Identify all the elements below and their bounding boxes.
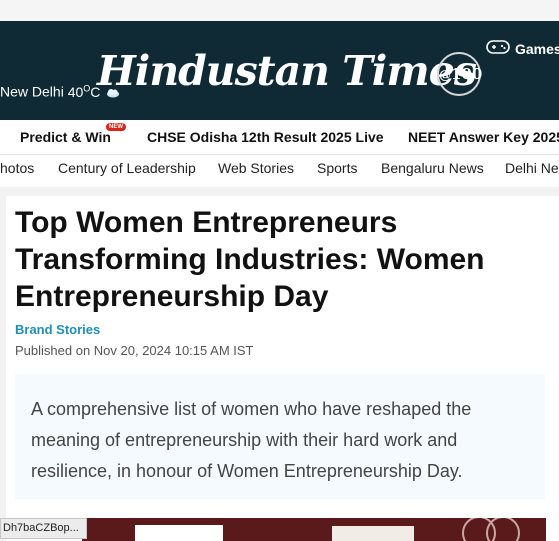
primary-nav: Predict & Win NEW CHSE Odisha 12th Resul… [0, 120, 559, 155]
browser-status-url: Dh7baCZBop... [0, 518, 87, 539]
secondary-nav: hotos Century of Leadership Web Stories … [0, 155, 559, 187]
games-link[interactable]: Games [486, 39, 559, 58]
new-badge: NEW [106, 123, 126, 131]
masthead: New Delhi 40OC Hindustan Times @100 Game… [0, 21, 559, 120]
article-summary: A comprehensive list of women who have r… [31, 399, 472, 481]
hero-photo-portrait-1 [135, 525, 223, 541]
gamepad-icon [486, 39, 510, 58]
nav-item-bengaluru-news[interactable]: Bengaluru News [381, 160, 484, 176]
nav-item-neet-answer-key[interactable]: NEET Answer Key 2025 [408, 129, 559, 145]
nav-item-web-stories[interactable]: Web Stories [218, 160, 294, 176]
nav-item-photos[interactable]: hotos [0, 160, 34, 176]
article-card: Top Women Entrepreneurs Transforming Ind… [6, 196, 559, 541]
weather-city: New Delhi [0, 83, 64, 100]
decorative-ring [486, 518, 520, 541]
browser-top-strip [0, 0, 559, 21]
nav-item-delhi-news[interactable]: Delhi Ne [505, 160, 559, 176]
article-published-date: Published on Nov 20, 2024 10:15 AM IST [15, 343, 254, 358]
site-logo[interactable]: Hindustan Times [97, 47, 477, 95]
centenary-badge: @100 [437, 52, 482, 96]
nav-item-sports[interactable]: Sports [317, 160, 357, 176]
article-category-link[interactable]: Brand Stories [15, 322, 100, 337]
hero-photo-portrait-2 [332, 526, 414, 541]
games-label: Games [515, 40, 559, 57]
nav-item-century-of-leadership[interactable]: Century of Leadership [58, 160, 196, 176]
article-hero-image[interactable] [82, 518, 546, 541]
weather-temperature: 40OC [67, 83, 101, 100]
nav-item-predict-win[interactable]: Predict & Win [20, 129, 111, 145]
article-summary-box: A comprehensive list of women who have r… [15, 374, 545, 499]
article-headline: Top Women Entrepreneurs Transforming Ind… [15, 206, 485, 313]
nav-item-chse-result[interactable]: CHSE Odisha 12th Result 2025 Live [147, 129, 384, 145]
